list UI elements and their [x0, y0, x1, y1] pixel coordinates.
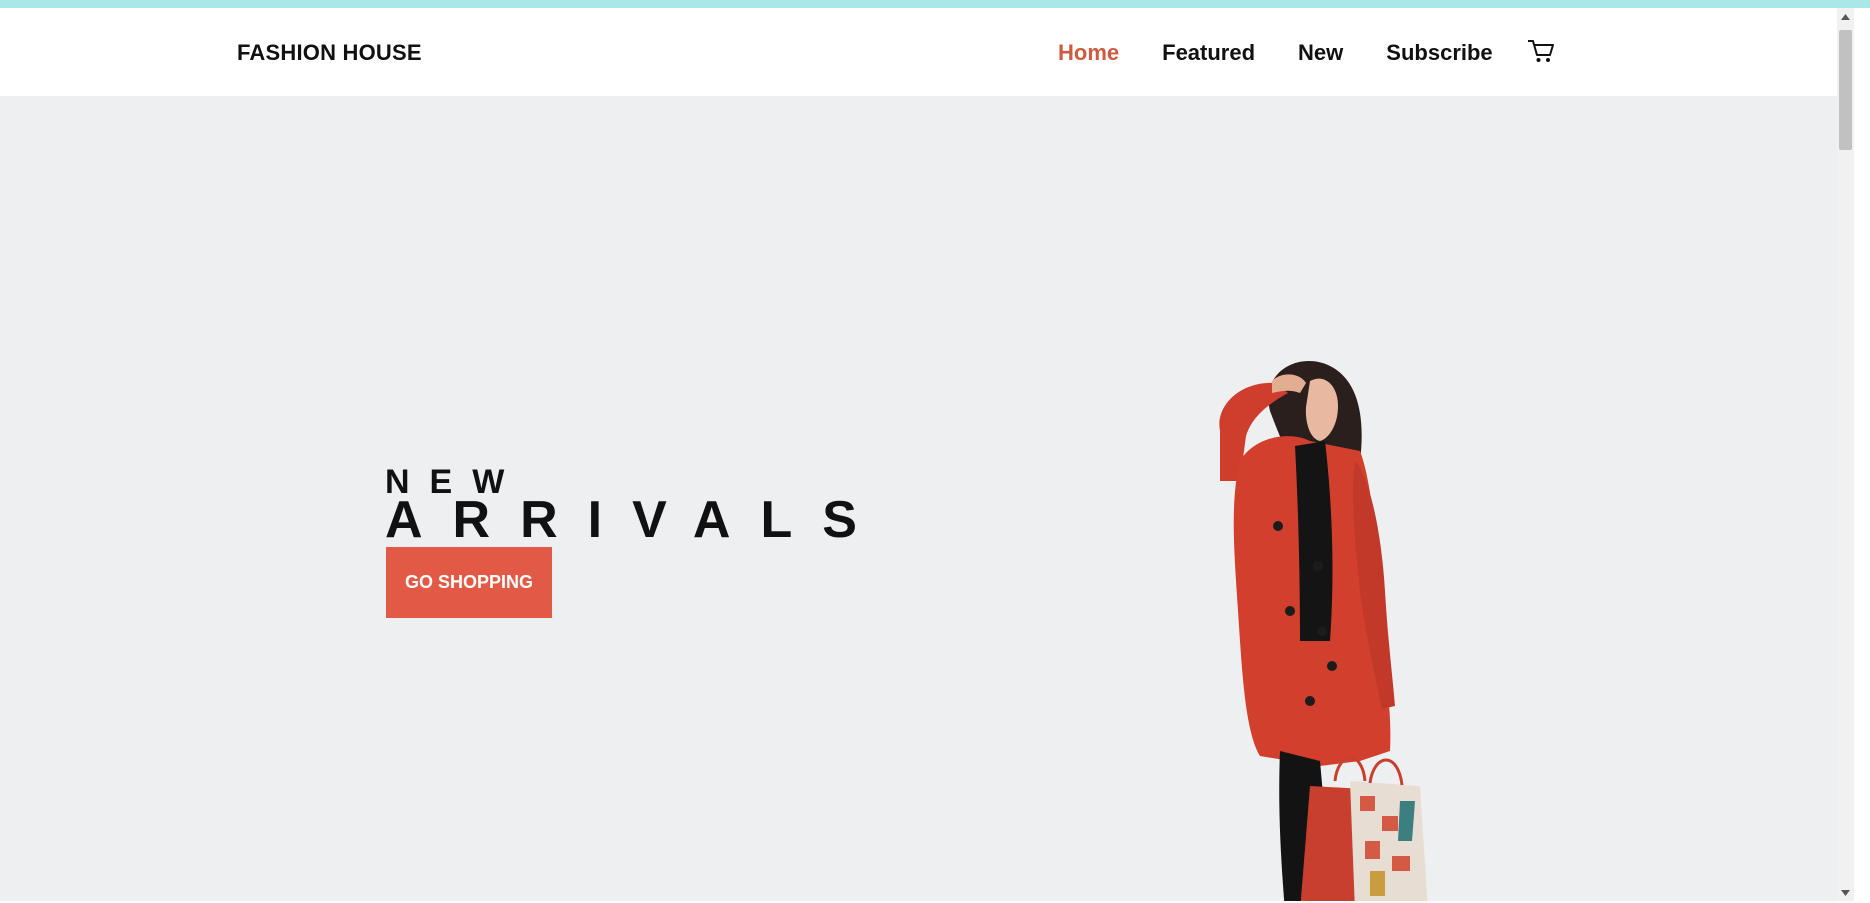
- nav-item-new[interactable]: New: [1298, 40, 1343, 66]
- vertical-scrollbar[interactable]: [1837, 8, 1854, 901]
- nav-links: Home Featured New Subscribe: [1058, 40, 1536, 66]
- hero-headline: ARRIVALS: [385, 491, 887, 549]
- scrollbar-thumb[interactable]: [1839, 30, 1852, 150]
- hero-section: NEW ARRIVALS GO SHOPPING: [0, 96, 1852, 901]
- nav-item-featured[interactable]: Featured: [1162, 40, 1255, 66]
- brand-logo[interactable]: FASHION HOUSE: [237, 40, 422, 66]
- page-viewport: FASHION HOUSE Home Featured New Subscrib…: [0, 8, 1852, 901]
- scroll-up-arrow-icon[interactable]: [1837, 8, 1854, 25]
- scroll-down-arrow-icon[interactable]: [1837, 884, 1854, 901]
- hero-model-image: [1160, 311, 1500, 901]
- go-shopping-button[interactable]: GO SHOPPING: [386, 547, 552, 618]
- nav-item-home[interactable]: Home: [1058, 40, 1119, 66]
- nav-item-subscribe[interactable]: Subscribe: [1386, 40, 1492, 66]
- cart-icon[interactable]: [1526, 36, 1556, 66]
- navbar: FASHION HOUSE Home Featured New Subscrib…: [0, 8, 1852, 96]
- browser-top-strip: [0, 0, 1870, 8]
